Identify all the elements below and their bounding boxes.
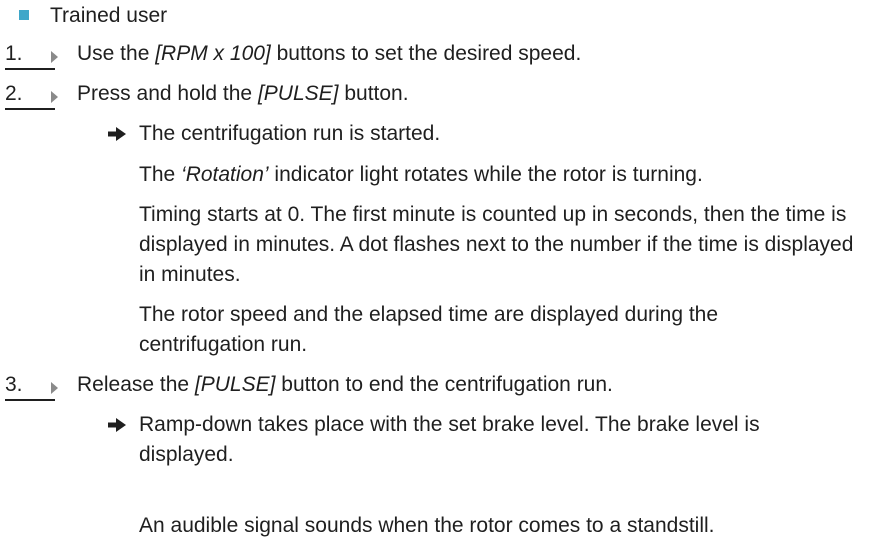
square-bullet-icon [19,10,29,20]
pulse-button-ref: [PULSE] [194,373,276,396]
triangle-arrow-icon [51,91,58,103]
right-arrow-icon [108,418,126,432]
triangle-arrow-icon [51,51,58,63]
pulse-button-ref: [PULSE] [257,82,339,105]
step-number-1: 1. [5,42,23,65]
triangle-arrow-icon [51,382,58,394]
rpm-button-ref: [RPM x 100] [155,42,271,65]
step-3-text-start: Release the [77,373,195,396]
step-3-text: Release the [PULSE] button to end the ce… [77,370,613,400]
requirement-text: Trained user [50,4,168,27]
step-number-2: 2. [5,82,23,105]
step-3-text-end: button to end the centrifugation run. [275,373,613,396]
step-2-result: The centrifugation run is started. [139,122,441,145]
rotation-note-end: indicator light rotates while the rotor … [268,163,703,186]
document-page: { "requirement": "Trained user", "steps"… [0,0,889,546]
step-number-3: 3. [5,373,23,396]
step-3-result: Ramp-down takes place with the set brake… [139,413,760,466]
speed-note: The rotor speed and the elapsed time are… [139,303,719,356]
step-2-text-end: button. [338,82,409,105]
rotation-note-start: The [139,163,182,186]
step-2-text-start: Press and hold the [77,82,258,105]
step-3-note: An audible signal sounds when the rotor … [139,514,715,537]
step-1-text: Use the [RPM x 100] buttons to set the d… [77,39,581,69]
rotation-indicator-ref: ‘Rotation’ [181,163,269,186]
step-underline [5,108,55,110]
step-2-text: Press and hold the [PULSE] button. [77,79,409,109]
step-1-text-end: buttons to set the desired speed. [270,42,582,65]
step-underline [5,399,55,401]
step-1-text-start: Use the [77,42,156,65]
right-arrow-icon [108,127,126,141]
step-underline [5,68,55,70]
timing-note: Timing starts at 0. The first minute is … [139,203,854,286]
rotation-note: The ‘Rotation’ indicator light rotates w… [139,160,703,190]
